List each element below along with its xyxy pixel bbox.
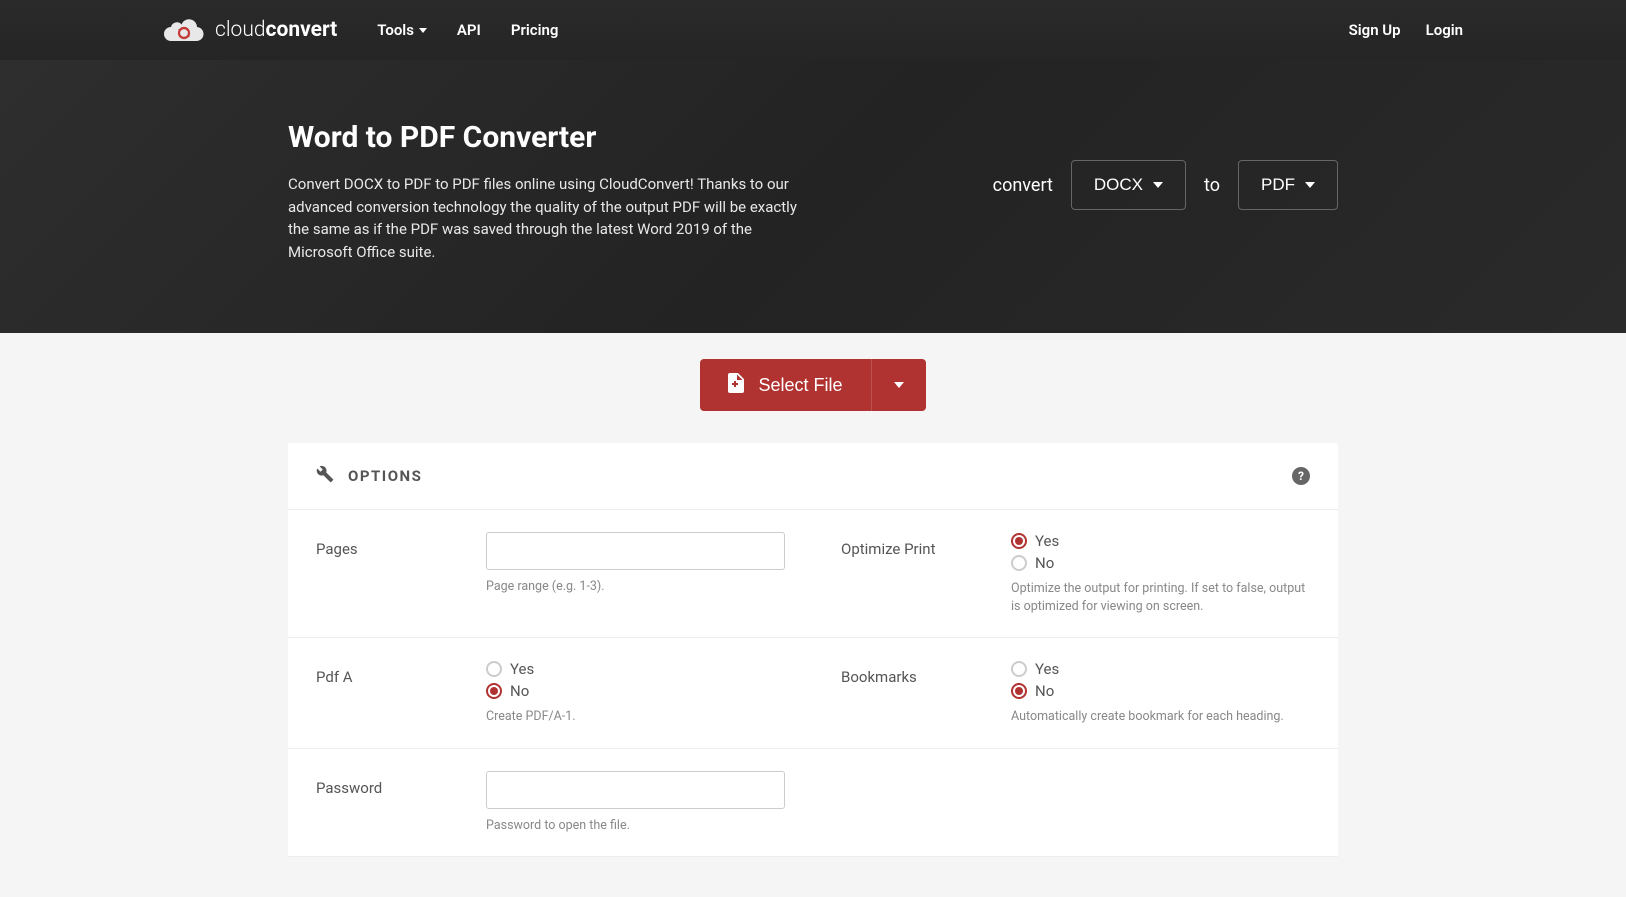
option-optimize-print: Optimize Print Yes No Optimize the outpu…	[813, 510, 1338, 638]
chevron-down-icon	[1305, 182, 1315, 188]
logo-text: cloudconvert	[215, 18, 337, 42]
file-add-icon	[728, 373, 744, 398]
option-label: Bookmarks	[841, 660, 991, 726]
option-bookmarks: Bookmarks Yes No Automatically create bo…	[813, 638, 1338, 749]
page-title: Word to PDF Converter	[288, 120, 913, 155]
radio-label: No	[1035, 682, 1054, 700]
pdf-a-yes[interactable]: Yes	[486, 660, 785, 678]
optimize-print-yes[interactable]: Yes	[1011, 532, 1310, 550]
nav-tools[interactable]: Tools	[377, 21, 427, 39]
select-file-dropdown[interactable]	[871, 359, 926, 411]
to-format-value: PDF	[1261, 175, 1295, 195]
pdf-a-no[interactable]: No	[486, 682, 785, 700]
main-nav: Tools API Pricing	[377, 21, 558, 39]
top-nav: cloudconvert Tools API Pricing Sign Up L…	[0, 0, 1626, 60]
radio-icon	[486, 661, 502, 677]
logo[interactable]: cloudconvert	[163, 15, 337, 45]
main-content: Select File OPTIONS ? Pages Page range (…	[288, 333, 1338, 897]
page-description: Convert DOCX to PDF to PDF files online …	[288, 173, 808, 263]
format-selector: convert DOCX to PDF	[993, 120, 1338, 210]
help-icon[interactable]: ?	[1292, 467, 1310, 485]
nav-api[interactable]: API	[457, 21, 481, 39]
to-format-dropdown[interactable]: PDF	[1238, 160, 1338, 210]
option-empty	[813, 749, 1338, 858]
nav-signup[interactable]: Sign Up	[1349, 21, 1401, 39]
chevron-down-icon	[894, 382, 904, 388]
from-format-value: DOCX	[1094, 175, 1143, 195]
options-title: OPTIONS	[348, 467, 422, 485]
from-format-dropdown[interactable]: DOCX	[1071, 160, 1186, 210]
radio-label: Yes	[1035, 660, 1059, 678]
radio-label: Yes	[1035, 532, 1059, 550]
optimize-print-no[interactable]: No	[1011, 554, 1310, 572]
option-help-text: Create PDF/A-1.	[486, 708, 785, 726]
radio-icon	[1011, 533, 1027, 549]
chevron-down-icon	[1153, 182, 1163, 188]
bookmarks-yes[interactable]: Yes	[1011, 660, 1310, 678]
radio-icon	[1011, 661, 1027, 677]
option-help-text: Optimize the output for printing. If set…	[1011, 580, 1310, 615]
radio-icon	[486, 683, 502, 699]
option-pages: Pages Page range (e.g. 1-3).	[288, 510, 813, 638]
option-pdf-a: Pdf A Yes No Create PDF/A-1.	[288, 638, 813, 749]
select-file-button[interactable]: Select File	[700, 359, 925, 411]
option-label: Pdf A	[316, 660, 466, 726]
option-help-text: Automatically create bookmark for each h…	[1011, 708, 1310, 726]
options-header: OPTIONS ?	[288, 443, 1338, 510]
option-password: Password Password to open the file.	[288, 749, 813, 858]
option-help-text: Page range (e.g. 1-3).	[486, 578, 785, 596]
option-label: Password	[316, 771, 466, 835]
wrench-icon	[316, 465, 334, 487]
option-help-text: Password to open the file.	[486, 817, 785, 835]
option-label: Optimize Print	[841, 532, 991, 615]
nav-tools-label: Tools	[377, 21, 414, 39]
radio-label: No	[510, 682, 529, 700]
radio-icon	[1011, 683, 1027, 699]
cloud-icon	[163, 15, 205, 45]
hero-section: Word to PDF Converter Convert DOCX to PD…	[0, 60, 1626, 333]
radio-label: No	[1035, 554, 1054, 572]
pages-input[interactable]	[486, 532, 785, 570]
nav-login[interactable]: Login	[1426, 21, 1463, 39]
convert-label: convert	[993, 175, 1053, 196]
password-input[interactable]	[486, 771, 785, 809]
options-panel: OPTIONS ? Pages Page range (e.g. 1-3). O…	[288, 443, 1338, 857]
radio-label: Yes	[510, 660, 534, 678]
radio-icon	[1011, 555, 1027, 571]
chevron-down-icon	[419, 28, 427, 33]
nav-pricing[interactable]: Pricing	[511, 21, 559, 39]
bookmarks-no[interactable]: No	[1011, 682, 1310, 700]
option-label: Pages	[316, 532, 466, 615]
to-label: to	[1204, 175, 1220, 196]
select-file-label: Select File	[758, 375, 842, 396]
